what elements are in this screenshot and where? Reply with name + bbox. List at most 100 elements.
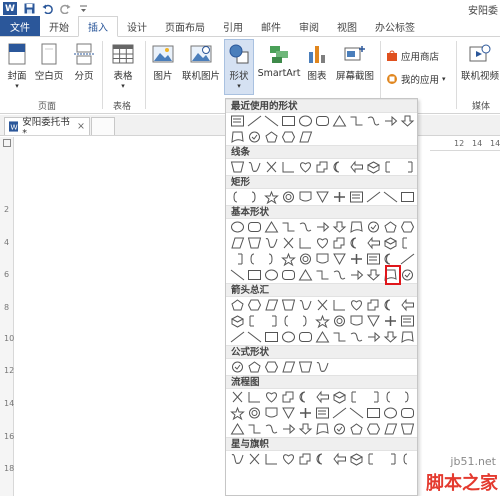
shape-icon[interactable] [365, 330, 382, 345]
shape-icon[interactable] [365, 390, 382, 405]
shape-icon[interactable] [280, 390, 297, 405]
shape-icon[interactable] [229, 114, 246, 129]
shape-icon[interactable] [331, 190, 348, 205]
shape-icon[interactable] [348, 252, 365, 267]
shape-icon[interactable] [399, 252, 416, 267]
shape-icon[interactable] [399, 452, 416, 467]
shape-icon[interactable] [348, 236, 365, 251]
shape-icon[interactable] [382, 190, 399, 205]
shape-icon[interactable] [229, 406, 246, 421]
shape-icon[interactable] [280, 252, 297, 267]
shape-icon[interactable] [246, 130, 263, 145]
shape-icon[interactable] [263, 406, 280, 421]
online-picture-button[interactable]: 联机图片 [180, 43, 222, 82]
shape-icon[interactable] [297, 190, 314, 205]
shape-icon[interactable] [348, 390, 365, 405]
shape-icon[interactable] [382, 330, 399, 345]
shape-icon[interactable] [365, 314, 382, 329]
shape-icon[interactable] [331, 160, 348, 175]
shape-icon[interactable] [314, 252, 331, 267]
shape-icon[interactable] [280, 330, 297, 345]
shape-icon[interactable] [297, 422, 314, 437]
shape-icon[interactable] [331, 268, 348, 283]
shape-icon[interactable] [280, 452, 297, 467]
shape-icon[interactable] [331, 252, 348, 267]
shape-icon[interactable] [382, 268, 399, 283]
shape-icon[interactable] [399, 268, 416, 283]
shape-icon[interactable] [382, 298, 399, 313]
shape-icon[interactable] [331, 314, 348, 329]
shape-icon[interactable] [314, 406, 331, 421]
shape-icon[interactable] [314, 220, 331, 235]
shape-icon[interactable] [229, 160, 246, 175]
shape-icon[interactable] [399, 220, 416, 235]
shape-icon[interactable] [246, 160, 263, 175]
shape-icon[interactable] [246, 360, 263, 375]
shape-icon[interactable] [382, 452, 399, 467]
shape-icon[interactable] [246, 330, 263, 345]
shape-icon[interactable] [229, 452, 246, 467]
shape-icon[interactable] [246, 406, 263, 421]
shape-icon[interactable] [331, 298, 348, 313]
shape-icon[interactable] [246, 268, 263, 283]
shape-icon[interactable] [399, 236, 416, 251]
close-tab-icon[interactable]: × [77, 121, 85, 132]
shape-icon[interactable] [263, 114, 280, 129]
shape-icon[interactable] [280, 130, 297, 145]
shape-icon[interactable] [297, 114, 314, 129]
shape-icon[interactable] [280, 298, 297, 313]
shape-icon[interactable] [246, 114, 263, 129]
shape-icon[interactable] [331, 220, 348, 235]
shape-icon[interactable] [229, 252, 246, 267]
shape-icon[interactable] [382, 114, 399, 129]
shape-icon[interactable] [348, 422, 365, 437]
shape-icon[interactable] [280, 114, 297, 129]
shape-icon[interactable] [314, 236, 331, 251]
shape-icon[interactable] [263, 452, 280, 467]
shape-icon[interactable] [399, 114, 416, 129]
picture-button[interactable]: 图片 [150, 43, 176, 82]
redo-icon[interactable] [59, 3, 71, 15]
online-video-button[interactable]: 联机视频 [460, 43, 500, 82]
shape-icon[interactable] [382, 406, 399, 421]
shape-icon[interactable] [297, 220, 314, 235]
tab-design[interactable]: 设计 [118, 16, 156, 36]
tab-stop-selector[interactable] [3, 139, 11, 147]
shape-icon[interactable] [348, 114, 365, 129]
tab-home[interactable]: 开始 [40, 16, 78, 36]
shape-icon[interactable] [314, 160, 331, 175]
tab-view[interactable]: 视图 [328, 16, 366, 36]
shape-icon[interactable] [382, 160, 399, 175]
new-tab-button[interactable] [91, 117, 115, 135]
shape-icon[interactable] [331, 452, 348, 467]
shape-icon[interactable] [314, 452, 331, 467]
shape-icon[interactable] [382, 422, 399, 437]
customize-icon[interactable] [77, 3, 89, 15]
screenshot-button[interactable]: 屏幕截图 [334, 43, 376, 82]
shape-icon[interactable] [246, 252, 263, 267]
shape-icon[interactable] [297, 406, 314, 421]
shape-icon[interactable] [348, 268, 365, 283]
shape-icon[interactable] [365, 452, 382, 467]
shape-icon[interactable] [263, 330, 280, 345]
shape-icon[interactable] [399, 422, 416, 437]
shape-icon[interactable] [331, 406, 348, 421]
shape-icon[interactable] [314, 314, 331, 329]
shape-icon[interactable] [263, 220, 280, 235]
shape-icon[interactable] [263, 268, 280, 283]
shape-icon[interactable] [280, 422, 297, 437]
shape-icon[interactable] [246, 236, 263, 251]
shape-icon[interactable] [399, 298, 416, 313]
shape-icon[interactable] [399, 314, 416, 329]
shape-icon[interactable] [331, 236, 348, 251]
shape-icon[interactable] [297, 130, 314, 145]
shape-icon[interactable] [229, 422, 246, 437]
shape-icon[interactable] [314, 190, 331, 205]
undo-icon[interactable] [41, 3, 53, 15]
shape-icon[interactable] [229, 330, 246, 345]
shape-icon[interactable] [399, 330, 416, 345]
shape-icon[interactable] [399, 160, 416, 175]
shape-icon[interactable] [229, 130, 246, 145]
shape-icon[interactable] [280, 406, 297, 421]
shape-icon[interactable] [314, 360, 331, 375]
